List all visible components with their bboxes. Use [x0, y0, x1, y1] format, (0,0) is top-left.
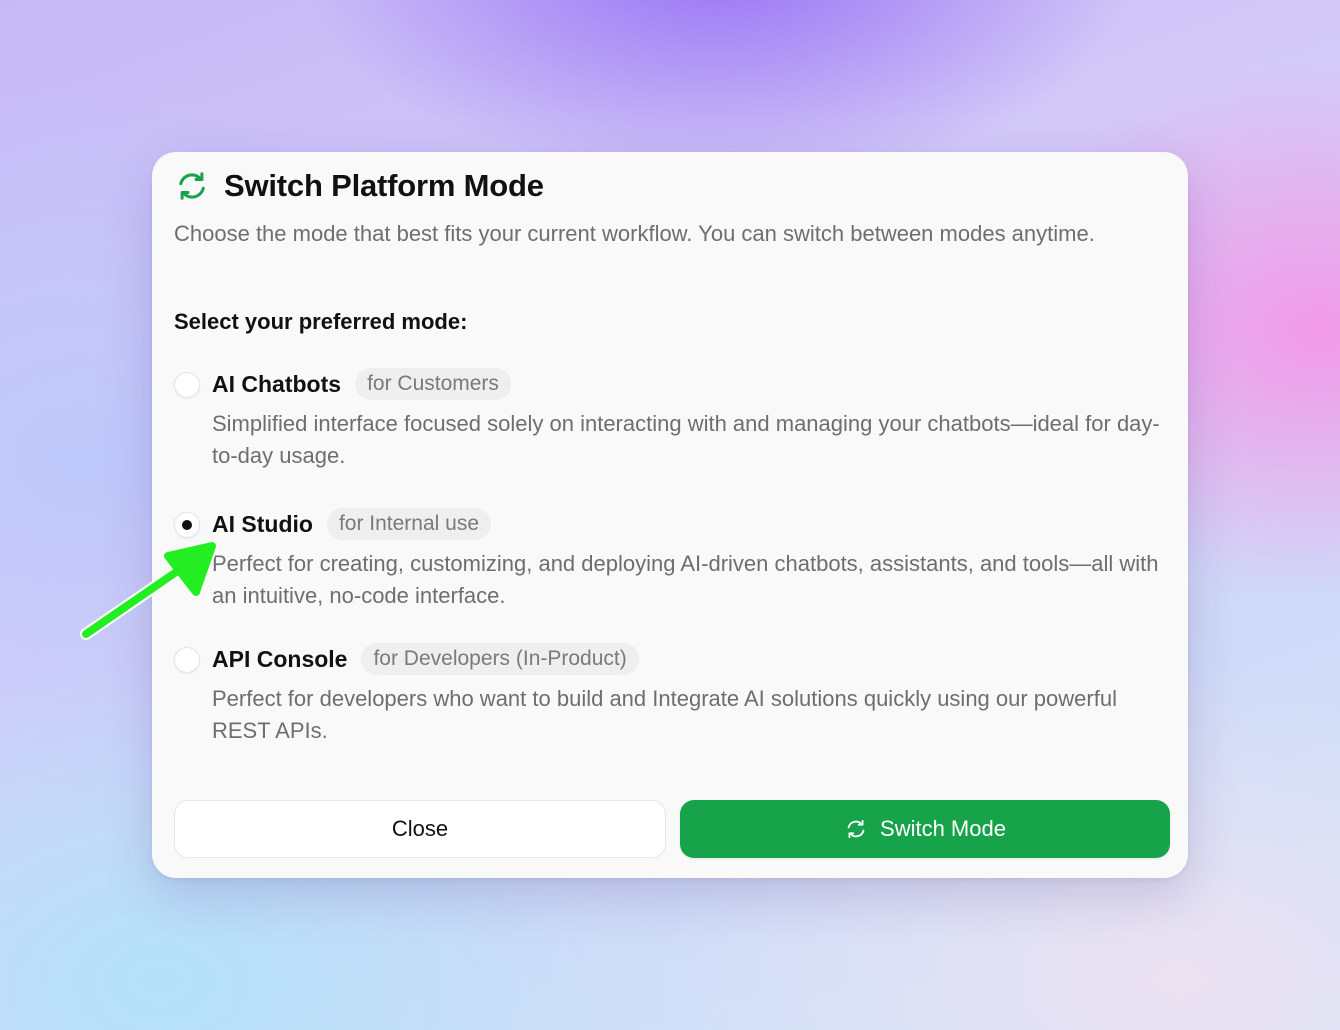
- mode-description: Perfect for creating, customizing, and d…: [212, 551, 1159, 608]
- close-button[interactable]: Close: [174, 800, 666, 858]
- switch-mode-dialog: Switch Platform Mode Choose the mode tha…: [152, 152, 1188, 878]
- refresh-icon: [847, 819, 865, 839]
- mode-description: Perfect for developers who want to build…: [212, 686, 1117, 743]
- mode-badge: for Internal use: [326, 508, 492, 540]
- dialog-header: Switch Platform Mode: [174, 168, 544, 204]
- mode-badge: for Customers: [355, 368, 511, 400]
- switch-mode-label: Switch Mode: [880, 816, 1006, 841]
- close-button-label: Close: [391, 816, 449, 841]
- refresh-icon: [179, 172, 205, 200]
- mode-description: Simplified interface focused solely on i…: [212, 411, 1160, 468]
- dialog-title: Switch Platform Mode: [224, 168, 544, 203]
- mode-badge: for Developers (In-Product): [361, 643, 639, 675]
- mode-name: AI Studio: [212, 510, 313, 537]
- switch-mode-button[interactable]: Switch Mode: [680, 800, 1170, 858]
- radio-ai-studio[interactable]: [174, 512, 200, 538]
- mode-option-header: API Console for Developers (In-Product): [212, 643, 639, 675]
- arrow-icon: [80, 540, 218, 640]
- dialog-description: Choose the mode that best fits your curr…: [174, 221, 1095, 246]
- select-mode-label: Select your preferred mode:: [174, 309, 468, 334]
- radio-api-console[interactable]: [174, 647, 200, 673]
- mode-name: API Console: [212, 645, 348, 672]
- mode-option-header: AI Studio for Internal use: [212, 508, 492, 540]
- mode-option-header: AI Chatbots for Customers: [212, 368, 511, 400]
- mode-name: AI Chatbots: [212, 370, 342, 397]
- radio-ai-chatbots[interactable]: [174, 372, 200, 398]
